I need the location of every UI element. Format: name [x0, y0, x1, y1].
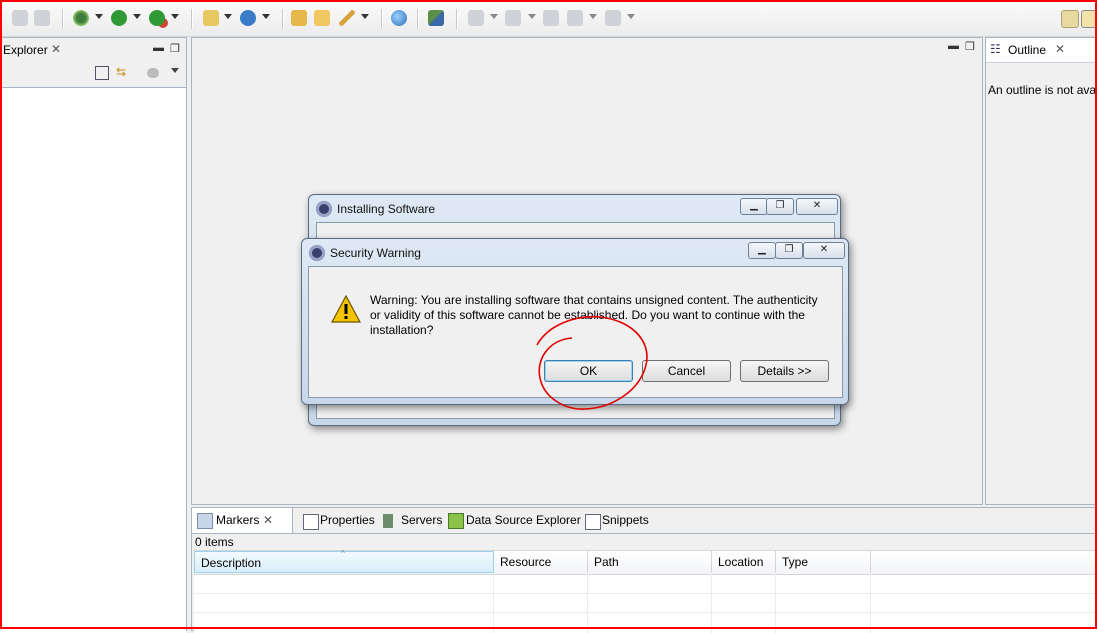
annotation-circle	[536, 315, 648, 410]
